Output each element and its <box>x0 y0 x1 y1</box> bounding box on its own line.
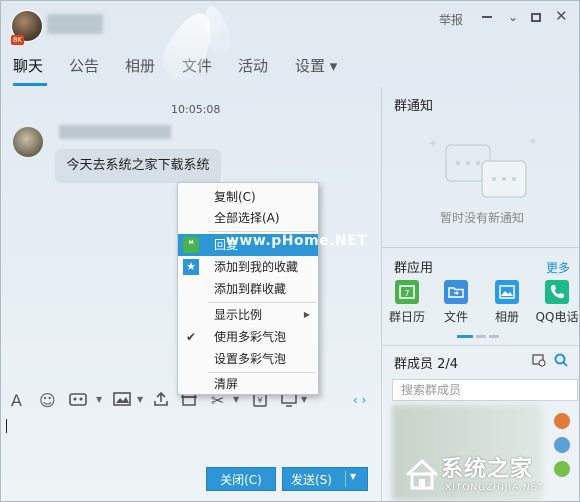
text-caret <box>6 419 7 433</box>
members-title: 群成员 2/4 <box>394 357 459 372</box>
menu-item-label: 使用多彩气泡 <box>214 330 287 344</box>
font-icon[interactable]: A <box>11 391 22 410</box>
app-label: 文件 <box>443 310 468 324</box>
member-avatar[interactable] <box>554 413 570 429</box>
photo-icon <box>495 280 519 304</box>
more-apps-link[interactable]: 更多 <box>546 259 570 276</box>
maximize-icon[interactable] <box>531 13 541 22</box>
calendar-icon: 7 <box>395 280 419 304</box>
chevron-down-icon[interactable]: ▼ <box>96 395 102 404</box>
title-bar: 8K 举报 ⌄ ✕ <box>1 1 579 45</box>
menu-item-add-my-favorites[interactable]: ★ 添加到我的收藏 <box>178 256 318 278</box>
menu-item-use-colorful-bubbles[interactable]: ✔ 使用多彩气泡 <box>178 326 318 348</box>
app-label: 群日历 <box>388 310 425 324</box>
reply-icon: ❝ <box>183 237 199 253</box>
phone-icon <box>545 280 569 304</box>
message-input[interactable] <box>1 415 381 463</box>
minimize-icon[interactable] <box>481 9 493 21</box>
menu-separator <box>208 231 316 232</box>
send-split-divider <box>345 471 346 487</box>
app-calendar[interactable]: 7 群日历 <box>382 280 432 325</box>
star-icon: ★ <box>183 259 199 275</box>
pager-dot-active[interactable] <box>457 335 473 338</box>
avatar-badge: 8K <box>11 35 24 45</box>
member-settings-icon[interactable] <box>532 353 546 371</box>
house-logo-icon <box>405 458 439 490</box>
menu-item-zoom-ratio[interactable]: 显示比例 ▶ <box>178 304 318 326</box>
menu-item-label: 添加到我的收藏 <box>214 260 299 274</box>
context-menu: 复制(C) 全部选择(A) ❝ 回复 ★ 添加到我的收藏 添加到群收藏 显示比例… <box>177 182 319 395</box>
app-album[interactable]: 相册 <box>482 280 532 325</box>
chevron-down-icon[interactable]: ▼ <box>301 395 307 404</box>
image-icon[interactable] <box>113 391 131 411</box>
chevron-down-icon[interactable]: ▼ <box>233 395 239 404</box>
notice-empty-text: 暂时没有新通知 <box>439 211 524 225</box>
empty-notice-illustration <box>430 138 536 198</box>
svg-text:¥: ¥ <box>257 396 262 405</box>
right-sidebar: 群通知 暂时没有新通知 群应用 更多 7 群日历 文件 相册 QQ电话 群成员 … <box>381 87 579 501</box>
menu-separator <box>208 302 316 303</box>
tab-settings[interactable]: 设置 ▾ <box>295 55 337 76</box>
app-label: QQ电话 <box>535 310 579 324</box>
member-search-input[interactable]: 搜索群成员 <box>392 379 578 401</box>
tab-album[interactable]: 相册 <box>125 55 155 76</box>
check-icon: ✔ <box>185 330 197 344</box>
group-name-redacted <box>47 14 103 34</box>
close-button[interactable]: 关闭(C) <box>206 467 276 491</box>
send-button-label: 发送(S) <box>291 473 332 487</box>
apps-title: 群应用 <box>394 261 434 276</box>
tab-activity[interactable]: 活动 <box>238 55 268 76</box>
menu-item-label: 设置多彩气泡 <box>214 352 287 366</box>
menu-item-add-group-favorites[interactable]: 添加到群收藏 <box>178 278 318 300</box>
sender-name-redacted <box>59 125 171 139</box>
menu-item-copy[interactable]: 复制(C) <box>178 186 318 208</box>
svg-text:7: 7 <box>404 289 409 298</box>
gif-icon[interactable] <box>69 391 87 411</box>
watermark-logo: 系统之家 XITONGZHIJIA.NET <box>401 449 579 501</box>
chat-window: 8K 举报 ⌄ ✕ 聊天 公告 相册 文件 活动 设置 ▾ 10:05:08 今… <box>0 0 580 502</box>
sender-avatar[interactable] <box>13 127 43 157</box>
active-tab-indicator <box>13 83 47 86</box>
menu-item-set-colorful-bubbles[interactable]: 设置多彩气泡 <box>178 348 318 370</box>
divider <box>382 247 579 248</box>
message-bubble[interactable]: 今天去系统之家下载系统 <box>55 149 221 183</box>
submenu-arrow-icon: ▶ <box>303 310 310 319</box>
menu-item-label: 复制(C) <box>214 190 256 204</box>
watermark-brand-sub: XITONGZHIJIA.NET <box>445 483 544 493</box>
menu-item-clear-screen[interactable]: 清屏 <box>178 373 318 395</box>
close-icon[interactable]: ✕ <box>555 7 568 25</box>
folder-icon <box>444 280 468 304</box>
emoji-icon[interactable]: ☺ <box>39 391 56 410</box>
chevron-down-icon[interactable]: ⌄ <box>508 10 518 24</box>
watermark-brand: 系统之家 <box>441 457 534 482</box>
tab-announcement[interactable]: 公告 <box>69 55 99 76</box>
report-button[interactable]: 举报 <box>439 11 463 28</box>
chevron-down-icon[interactable]: ▼ <box>137 395 143 404</box>
menu-item-label: 添加到群收藏 <box>214 282 287 296</box>
toolbar-scroll-arrows[interactable]: ‹ › <box>353 393 366 407</box>
app-label: 相册 <box>494 310 519 324</box>
upload-icon[interactable] <box>153 391 169 411</box>
pager-dot[interactable] <box>476 335 486 338</box>
tab-chat[interactable]: 聊天 <box>13 55 43 76</box>
app-files[interactable]: 文件 <box>431 280 481 325</box>
divider <box>382 345 579 346</box>
app-qq-call[interactable]: QQ电话 <box>532 280 579 325</box>
watermark-url: www.pHome.NET <box>226 233 368 249</box>
menu-item-label: 显示比例 <box>214 308 263 322</box>
message-timestamp: 10:05:08 <box>171 103 221 116</box>
pager-dot[interactable] <box>489 335 499 338</box>
menu-item-label: 清屏 <box>214 377 239 391</box>
menu-item-select-all[interactable]: 全部选择(A) <box>178 207 318 229</box>
search-icon[interactable] <box>554 353 568 371</box>
menu-item-label: 全部选择(A) <box>214 211 280 225</box>
send-options-chevron-icon[interactable]: ▼ <box>350 472 356 481</box>
notice-title: 群通知 <box>394 99 434 114</box>
